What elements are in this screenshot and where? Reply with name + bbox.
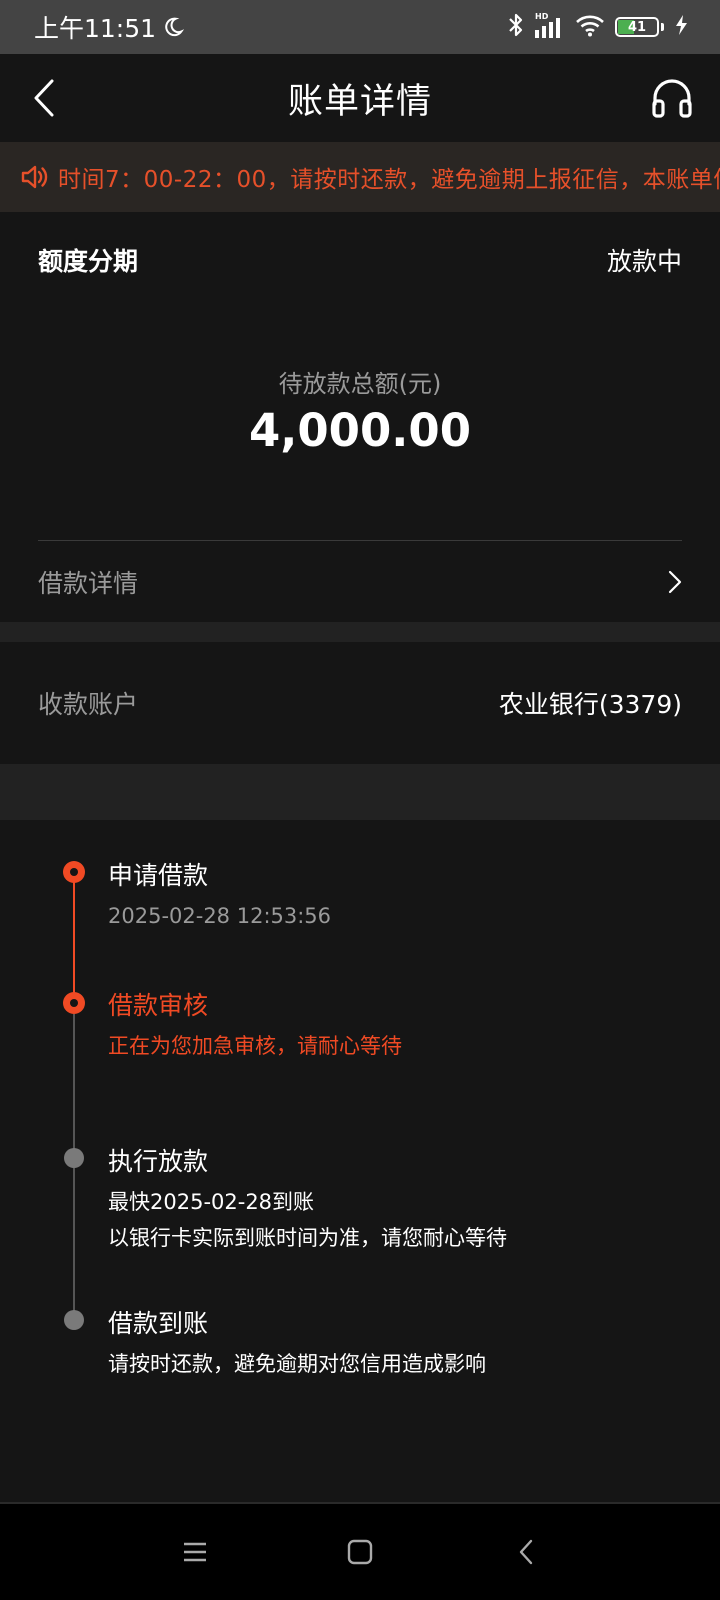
customer-service-button[interactable] [650,76,694,120]
amount-value: 4,000.00 [248,404,472,457]
status-right: HD 41 [507,12,688,42]
speaker-icon [20,164,48,190]
system-back-button[interactable] [508,1534,544,1570]
timeline-step-title: 借款审核 [108,991,209,1020]
timeline-step-detail: 以银行卡实际到账时间为准，请您耐心等待 [108,1226,507,1250]
timeline-dot-current [63,992,85,1014]
account-row: 收款账户 农业银行(3379) [0,642,720,764]
battery-icon: 41 [615,17,659,37]
loan-detail-row[interactable]: 借款详情 [38,542,682,622]
section-gap [0,622,720,642]
account-value: 农业银行(3379) [498,690,682,719]
bluetooth-icon [507,12,525,42]
loan-status: 放款中 [606,247,682,276]
timeline-step-title: 申请借款 [108,861,209,890]
product-name: 额度分期 [38,247,139,276]
chevron-right-icon [668,570,682,594]
loan-header-row: 额度分期 放款中 [38,242,682,278]
timeline-step-title: 借款到账 [108,1309,209,1338]
menu-button[interactable] [177,1534,213,1570]
moon-icon [162,16,185,38]
page-title: 账单详情 [287,81,432,122]
chevron-left-icon [34,79,54,117]
timeline-step-detail: 正在为您加急审核，请耐心等待 [108,1034,402,1058]
status-bar: 上午11:51 HD 41 [0,0,720,54]
system-navigation-bar [0,1504,720,1600]
nav-bar: 账单详情 [0,54,720,142]
back-button[interactable] [24,76,64,120]
timeline-dot-done [63,861,85,883]
timeline-step-title: 执行放款 [108,1147,209,1176]
timeline-step-detail: 最快2025-02-28到账 [108,1190,315,1214]
divider [38,540,682,541]
status-left: 上午11:51 [34,9,185,45]
section-gap [0,764,720,820]
loan-summary-card: 额度分期 放款中 待放款总额(元) 4,000.00 借款详情 [0,212,720,622]
timeline-step-detail: 请按时还款，避免逾期对您信用造成影响 [108,1352,486,1376]
battery-level: 41 [627,19,647,35]
home-square-icon [347,1539,373,1565]
back-triangle-icon [519,1539,533,1565]
wifi-icon [575,13,605,41]
loan-detail-label: 借款详情 [38,569,139,598]
notice-text: 时间7：00-22：00，请按时还款，避免逾期上报征信，本账单信 [58,167,720,193]
hd-label: HD [535,12,549,21]
home-button[interactable] [342,1534,378,1570]
timeline-dot-pending [64,1148,84,1168]
menu-icon [184,1542,206,1562]
status-time: 上午11:51 [34,14,157,43]
timeline-step-detail: 2025-02-28 12:53:56 [108,904,332,928]
timeline-line-done [73,882,75,1002]
timeline-dot-pending [64,1310,84,1330]
battery-cap [661,23,664,31]
progress-timeline: 申请借款 2025-02-28 12:53:56 借款审核 正在为您加急审核，请… [0,820,720,1502]
amount-label: 待放款总额(元) [278,370,442,398]
charging-icon [674,14,688,40]
headset-icon [652,79,692,118]
signal-icon: HD [535,12,565,39]
account-label: 收款账户 [38,690,139,719]
notice-bar[interactable]: 时间7：00-22：00，请按时还款，避免逾期上报征信，本账单信 [0,142,720,212]
